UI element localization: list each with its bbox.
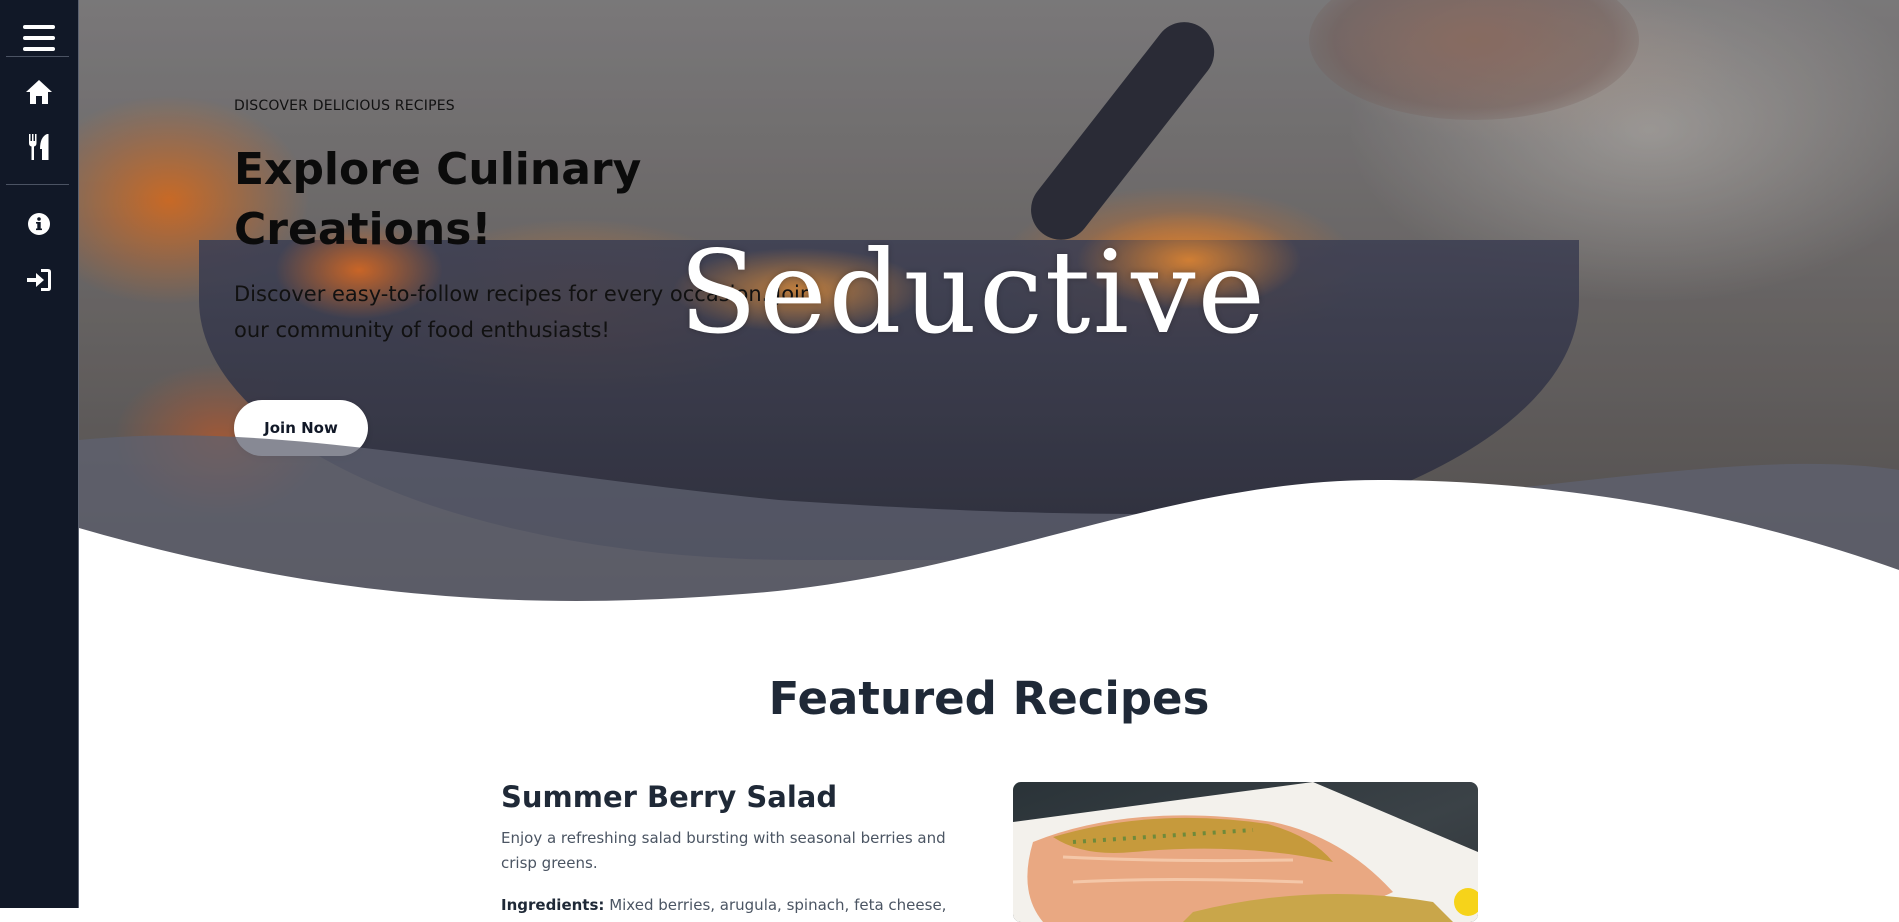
utensils-icon xyxy=(29,134,49,160)
sidebar-divider xyxy=(6,184,69,185)
sidebar-item-login[interactable] xyxy=(0,258,78,302)
ingredients-text: Mixed berries, arugula, spinach, feta ch… xyxy=(609,896,947,914)
sidebar xyxy=(0,0,79,908)
sidebar-item-about[interactable] xyxy=(0,202,78,246)
hamburger-icon xyxy=(23,25,55,51)
sign-in-icon xyxy=(27,269,51,291)
recipe-image xyxy=(1013,782,1478,922)
menu-toggle-button[interactable] xyxy=(0,16,78,60)
info-icon xyxy=(28,213,50,235)
sidebar-divider xyxy=(6,56,69,57)
hero-wave-divider xyxy=(79,435,1899,605)
sidebar-item-recipes[interactable] xyxy=(0,125,78,169)
salmon-dish-image xyxy=(1013,782,1478,922)
hero-section: DISCOVER DELICIOUS RECIPES Explore Culin… xyxy=(79,0,1899,605)
sidebar-item-home[interactable] xyxy=(0,70,78,114)
recipe-description: Enjoy a refreshing salad bursting with s… xyxy=(501,829,946,872)
featured-recipes-title: Featured Recipes xyxy=(768,672,1210,725)
home-icon xyxy=(26,80,52,104)
recipe-ingredients: Ingredients: Mixed berries, arugula, spi… xyxy=(501,896,971,914)
recipe-title: Summer Berry Salad xyxy=(501,780,838,814)
ingredients-label: Ingredients: xyxy=(501,896,605,914)
